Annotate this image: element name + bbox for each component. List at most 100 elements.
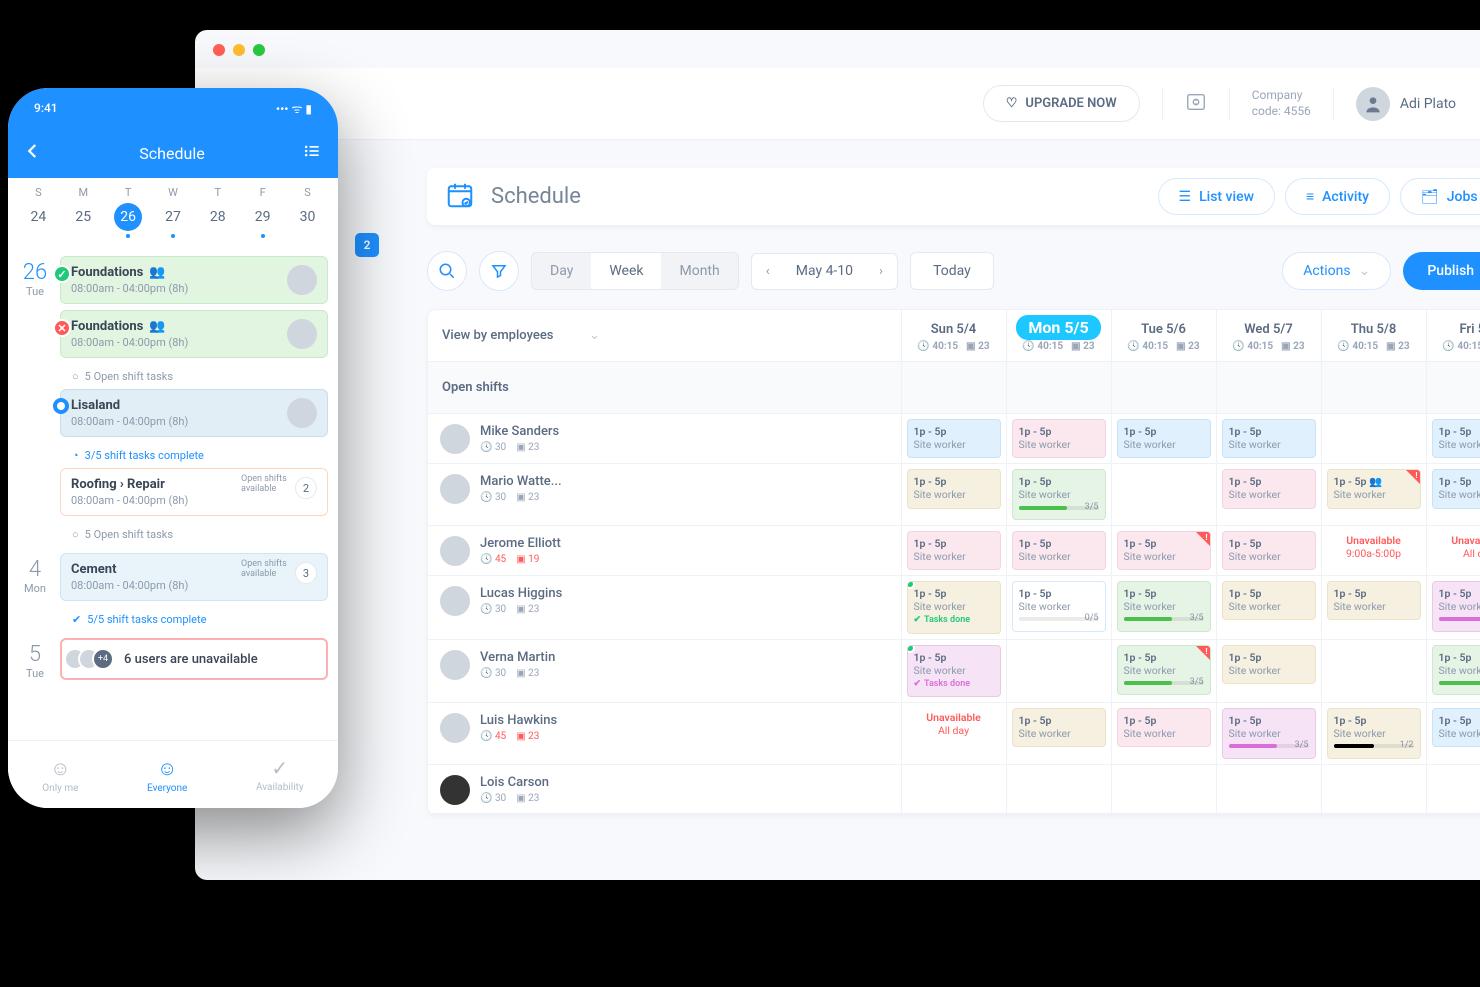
unavailable-cell: UnavailableAll day xyxy=(1427,526,1480,568)
week-day[interactable]: S24 xyxy=(20,186,56,238)
shift-card[interactable]: 1p - 5pSite worker xyxy=(1012,419,1106,458)
shift-card[interactable]: 1p - 5pSite worker3/5 xyxy=(1432,581,1480,632)
shift-card[interactable]: 1p - 5pSite worker✔Tasks done xyxy=(907,645,1001,698)
prev-week-button[interactable]: ‹ xyxy=(756,258,780,285)
day-header[interactable]: Fri 5/9🕓 40:15▣ 23 xyxy=(1427,310,1480,358)
employee-row: Lucas Higgins🕓 30▣ 23 1p - 5pSite worker… xyxy=(428,576,1480,640)
stack-icon: ▣ 23 xyxy=(966,341,989,352)
sidebar-collapse-badge[interactable]: 2 xyxy=(355,233,379,257)
actions-button[interactable]: Actions⌄ xyxy=(1282,252,1391,290)
shift-card[interactable]: 1p - 5pSite worker3/5 xyxy=(1222,708,1316,759)
seg-month[interactable]: Month xyxy=(661,253,737,289)
week-day[interactable]: W27 xyxy=(155,186,191,238)
avatar xyxy=(1356,87,1390,121)
shift-card[interactable]: 1p - 5pSite worker xyxy=(1012,531,1106,570)
shift-card[interactable]: 1p - 5pSite worker xyxy=(1117,708,1211,747)
list-view-button[interactable]: ☰List view xyxy=(1158,178,1275,215)
today-button[interactable]: Today xyxy=(910,252,994,290)
publish-button[interactable]: Publish xyxy=(1403,252,1480,290)
shift-card[interactable]: 1p - 5pSite worker xyxy=(1327,581,1421,620)
seg-day[interactable]: Day xyxy=(532,253,591,289)
tab-availability[interactable]: ✓Availability xyxy=(256,756,304,793)
circle-icon: ○ xyxy=(72,528,79,541)
day-header[interactable]: Sun 5/4🕓 40:15▣ 23 xyxy=(902,310,1006,358)
seg-week[interactable]: Week xyxy=(591,253,661,289)
shift-card[interactable]: 1p - 5pSite worker xyxy=(907,469,1001,508)
alert-icon xyxy=(1406,470,1420,484)
mobile-unavailable-card[interactable]: +4 6 users are unavailable xyxy=(60,638,328,680)
mobile-shift-card[interactable]: Roofing › Repair 08:00am - 04:00pm (8h) … xyxy=(60,468,328,516)
shift-card[interactable]: 1p - 5pSite worker xyxy=(1012,708,1106,747)
week-day[interactable]: F29 xyxy=(245,186,281,238)
shift-card[interactable]: 1p - 5pSite worker✔Tasks done xyxy=(907,581,1001,634)
shift-card[interactable]: 1p - 5pSite worker xyxy=(907,531,1001,570)
shift-card[interactable]: 1p - 5pSite worker xyxy=(1432,419,1480,458)
desktop-window: team ♡ UPGRADE NOW Company code: 4556 Ad… xyxy=(195,30,1480,880)
menu-icon[interactable] xyxy=(302,141,322,165)
day-header[interactable]: Tue 5/6🕓 40:15▣ 23 xyxy=(1112,310,1216,358)
open-shifts-count: 2 xyxy=(295,477,317,499)
week-day[interactable]: M25 xyxy=(65,186,101,238)
week-day-selected[interactable]: T26 xyxy=(110,186,146,238)
heart-icon: ♡ xyxy=(1006,96,1018,111)
shift-card[interactable]: 1p - 5pSite worker1/2 xyxy=(1327,708,1421,759)
shift-card[interactable]: 1p - 5p 👥Site worker xyxy=(1327,469,1421,508)
day-header[interactable]: Wed 5/7🕓 40:15▣ 23 xyxy=(1217,310,1321,358)
filter-button[interactable] xyxy=(479,251,519,291)
mobile-shift-card[interactable]: ✕ Foundations👥 08:00am - 04:00pm (8h) xyxy=(60,310,328,358)
tab-everyone[interactable]: ☺Everyone xyxy=(147,756,187,794)
avatar xyxy=(440,474,470,504)
check-icon: ✔ xyxy=(914,615,922,626)
shift-card[interactable]: 1p - 5pSite worker xyxy=(1117,531,1211,570)
employee-cell[interactable]: Mario Watte...🕓 30▣ 23 xyxy=(428,464,901,512)
employee-cell[interactable]: Luis Hawkins🕓 45▣ 23 xyxy=(428,703,901,751)
jobs-button[interactable]: 🗂Jobs xyxy=(1400,178,1480,215)
day-header[interactable]: Thu 5/8🕓 40:15▣ 23 xyxy=(1322,310,1426,358)
mobile-week-strip: S24 M25 T26 W27 T28 F29 S30 xyxy=(8,178,338,250)
status-ok-icon: ✓ xyxy=(53,265,71,283)
help-icon[interactable] xyxy=(1185,91,1207,117)
shift-card[interactable]: 1p - 5pSite worker xyxy=(1222,531,1316,570)
user-menu[interactable]: Adi Plato xyxy=(1356,87,1456,121)
upgrade-button[interactable]: ♡ UPGRADE NOW xyxy=(983,85,1140,122)
shift-card[interactable]: 1p - 5pSite worker xyxy=(1432,469,1480,508)
shift-card[interactable]: 1p - 5pSite worker xyxy=(1222,419,1316,458)
shift-card[interactable]: 1p - 5pSite worker3/5 xyxy=(1117,645,1211,696)
view-by-selector[interactable]: View by employees⌄ xyxy=(428,310,614,361)
shift-card[interactable]: 1p - 5pSite worker xyxy=(1117,419,1211,458)
status-icons: ••• ᯤ ▮ xyxy=(276,100,312,117)
mobile-shift-card[interactable]: ✓ Foundations👥 08:00am - 04:00pm (8h) xyxy=(60,256,328,304)
mobile-shift-card[interactable]: Lisaland 08:00am - 04:00pm (8h) xyxy=(60,389,328,437)
day-header-today[interactable]: Mon 5/5🕓 40:15▣ 23 xyxy=(1007,310,1111,358)
week-day[interactable]: S30 xyxy=(289,186,325,238)
employee-cell[interactable]: Lois Carson🕓 30▣ 23 xyxy=(428,765,901,813)
shift-card[interactable]: 1p - 5pSite worker xyxy=(907,419,1001,458)
search-button[interactable] xyxy=(427,251,467,291)
activity-button[interactable]: ≡Activity xyxy=(1285,178,1390,215)
employee-cell[interactable]: Jerome Elliott🕓 45▣ 19 xyxy=(428,526,901,574)
shift-card[interactable]: 1p - 5pSite worker xyxy=(1222,469,1316,508)
shift-card[interactable]: 1p - 5pSite worker3/5 xyxy=(1117,581,1211,632)
shift-card[interactable]: 1p - 5pSite worker xyxy=(1432,708,1480,747)
alert-icon xyxy=(1196,646,1210,660)
employee-cell[interactable]: Verna Martin🕓 30▣ 23 xyxy=(428,640,901,688)
employee-cell[interactable]: Mike Sanders🕓 30▣ 23 xyxy=(428,414,901,462)
sub-row: ○5 Open shift tasks xyxy=(60,522,328,547)
date-range: May 4-10 xyxy=(786,263,863,279)
shift-card[interactable]: 1p - 5pSite worker xyxy=(1222,645,1316,684)
employee-cell[interactable]: Lucas Higgins🕓 30▣ 23 xyxy=(428,576,901,624)
shift-card[interactable]: 1p - 5pSite worker3/5 xyxy=(1432,645,1480,696)
mobile-shift-card[interactable]: Cement 08:00am - 04:00pm (8h) Open shift… xyxy=(60,553,328,601)
title-bar: Schedule ☰List view ≡Activity 🗂Jobs Opti… xyxy=(427,168,1480,225)
range-segment: Day Week Month xyxy=(531,252,739,290)
shift-card[interactable]: 1p - 5pSite worker0/5 xyxy=(1012,581,1106,632)
shift-card[interactable]: 1p - 5pSite worker3/5 xyxy=(1012,469,1106,520)
avatar xyxy=(440,424,470,454)
shift-card[interactable]: 1p - 5pSite worker xyxy=(1222,581,1316,620)
back-button[interactable] xyxy=(24,142,42,164)
avatar xyxy=(440,775,470,805)
week-day[interactable]: T28 xyxy=(200,186,236,238)
progress-icon: ◔ xyxy=(72,449,79,462)
tab-only-me[interactable]: ☺Only me xyxy=(42,756,78,794)
next-week-button[interactable]: › xyxy=(869,258,893,285)
